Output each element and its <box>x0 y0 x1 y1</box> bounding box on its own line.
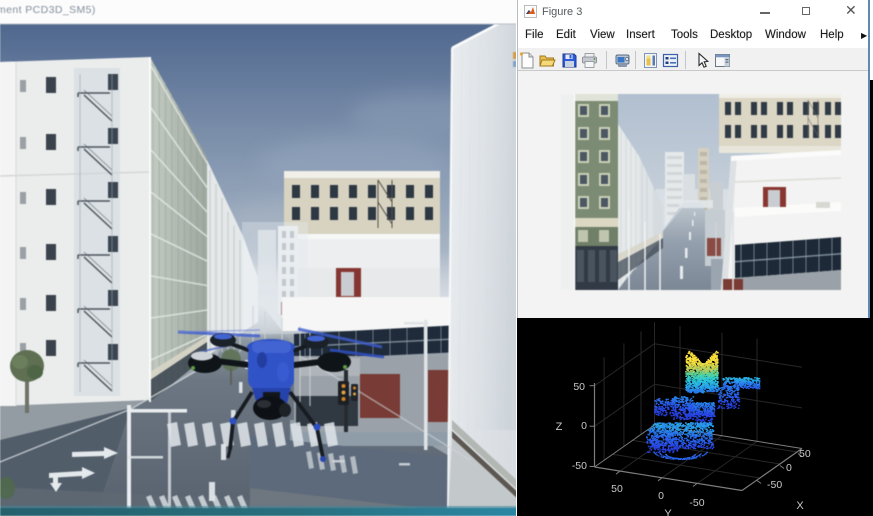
svg-text:50: 50 <box>611 483 623 495</box>
svg-text:50: 50 <box>799 448 811 460</box>
svg-text:0: 0 <box>786 462 792 474</box>
svg-text:X: X <box>796 500 804 512</box>
svg-text:Z: Z <box>556 421 563 433</box>
svg-text:ment PCD3D_SM5): ment PCD3D_SM5) <box>0 4 96 16</box>
svg-text:-50: -50 <box>572 460 587 472</box>
svg-text:0: 0 <box>581 420 587 432</box>
svg-text:Y: Y <box>664 508 672 516</box>
svg-text:0: 0 <box>658 490 664 502</box>
svg-text:-50: -50 <box>689 497 704 509</box>
svg-text:50: 50 <box>573 381 585 393</box>
svg-text:-50: -50 <box>767 479 782 491</box>
